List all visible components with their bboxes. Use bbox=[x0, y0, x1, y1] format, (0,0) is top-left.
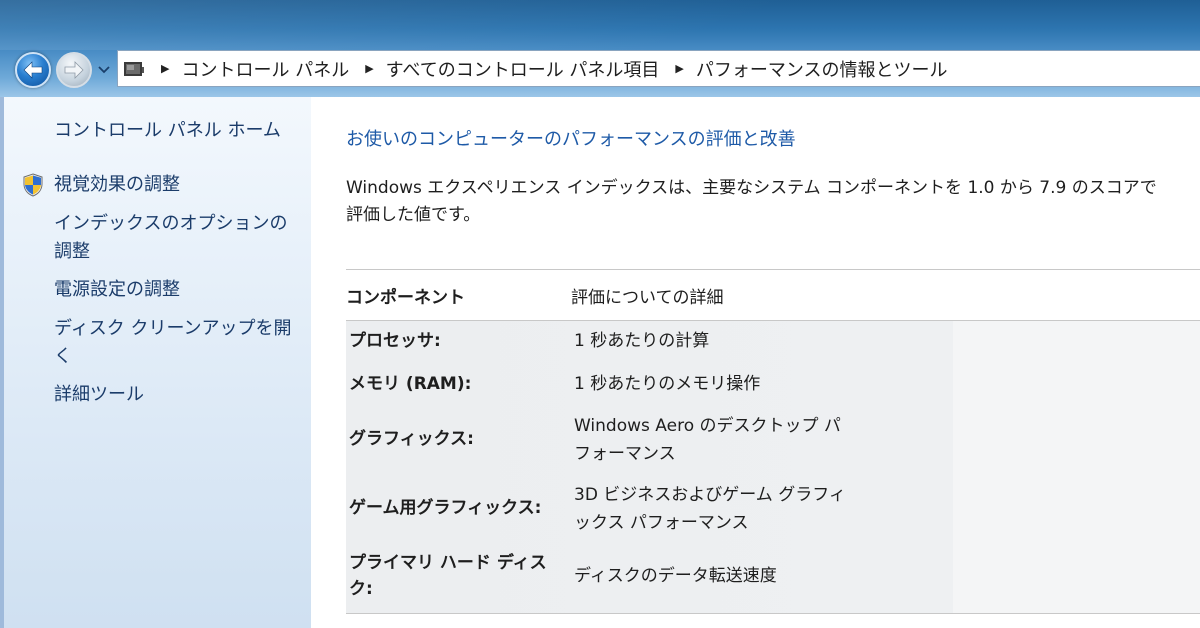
breadcrumb-control-panel[interactable]: コントロール パネル bbox=[181, 56, 349, 82]
sidebar-item-disk-cleanup[interactable]: ディスク クリーンアップを開 く bbox=[54, 315, 304, 371]
column-header-detail: 評価についての詳細 bbox=[571, 288, 724, 308]
uac-shield-icon bbox=[22, 173, 44, 197]
table-row-label: メモリ (RAM): bbox=[349, 374, 472, 394]
sidebar-item-advanced-tools[interactable]: 詳細ツール bbox=[54, 381, 304, 409]
recent-pages-button[interactable] bbox=[96, 62, 112, 78]
sidebar-item-visual-effects[interactable]: 視覚効果の調整 bbox=[54, 171, 304, 199]
back-button[interactable] bbox=[15, 52, 51, 88]
table-row-label: プライマリ ハード ディス ク: bbox=[349, 553, 547, 599]
score-column-background bbox=[953, 321, 1200, 613]
table-row-label: ゲーム用グラフィックス: bbox=[349, 498, 542, 518]
navigation-bar: ▶ コントロール パネル ▶ すべてのコントロール パネル項目 ▶ パフォーマン… bbox=[0, 0, 1200, 97]
table-row-detail: 1 秒あたりの計算 bbox=[574, 331, 710, 351]
table-row-detail: 3D ビジネスおよびゲーム グラフィ ックス パフォーマンス bbox=[574, 485, 846, 533]
page-title: お使いのコンピューターのパフォーマンスの評価と改善 bbox=[346, 129, 796, 150]
sidebar-item-control-panel-home[interactable]: コントロール パネル ホーム bbox=[54, 117, 304, 145]
sidebar-item-power-settings[interactable]: 電源設定の調整 bbox=[54, 276, 304, 304]
breadcrumb-separator-icon[interactable]: ▶ bbox=[675, 62, 683, 75]
column-header-component: コンポーネント bbox=[346, 288, 465, 308]
table-row-detail: 1 秒あたりのメモリ操作 bbox=[574, 374, 761, 394]
forward-arrow-icon bbox=[64, 61, 84, 79]
forward-button[interactable] bbox=[56, 52, 92, 88]
table-row-detail: Windows Aero のデスクトップ パ フォーマンス bbox=[574, 416, 841, 464]
sidebar-item-indexing-options[interactable]: インデックスのオプションの 調整 bbox=[54, 210, 304, 266]
page-description: Windows エクスペリエンス インデックスは、主要なシステム コンポーネント… bbox=[346, 178, 1157, 225]
breadcrumb-separator-icon[interactable]: ▶ bbox=[161, 62, 169, 75]
table-row-detail: ディスクのデータ転送速度 bbox=[574, 566, 777, 586]
table-header: コンポーネント 評価についての詳細 bbox=[346, 270, 1200, 321]
chevron-down-icon bbox=[98, 66, 110, 74]
back-arrow-icon bbox=[23, 61, 43, 79]
address-bar[interactable]: ▶ コントロール パネル ▶ すべてのコントロール パネル項目 ▶ パフォーマン… bbox=[117, 50, 1200, 87]
table-row-label: グラフィックス: bbox=[349, 429, 474, 449]
table-row-label: プロセッサ: bbox=[349, 331, 441, 351]
breadcrumb-all-items[interactable]: すべてのコントロール パネル項目 bbox=[386, 56, 660, 82]
sidebar-edge bbox=[0, 97, 4, 628]
breadcrumb-separator-icon[interactable]: ▶ bbox=[365, 62, 373, 75]
control-panel-icon bbox=[123, 59, 145, 79]
component-table: コンポーネント 評価についての詳細 プロセッサ: 1 秒あたりの計算 メモリ (… bbox=[346, 269, 1200, 614]
main-content: お使いのコンピューターのパフォーマンスの評価と改善 Windows エクスペリエ… bbox=[311, 97, 1200, 628]
table-body: プロセッサ: 1 秒あたりの計算 メモリ (RAM): 1 秒あたりのメモリ操作… bbox=[346, 321, 1200, 614]
breadcrumb-performance[interactable]: パフォーマンスの情報とツール bbox=[696, 56, 948, 82]
